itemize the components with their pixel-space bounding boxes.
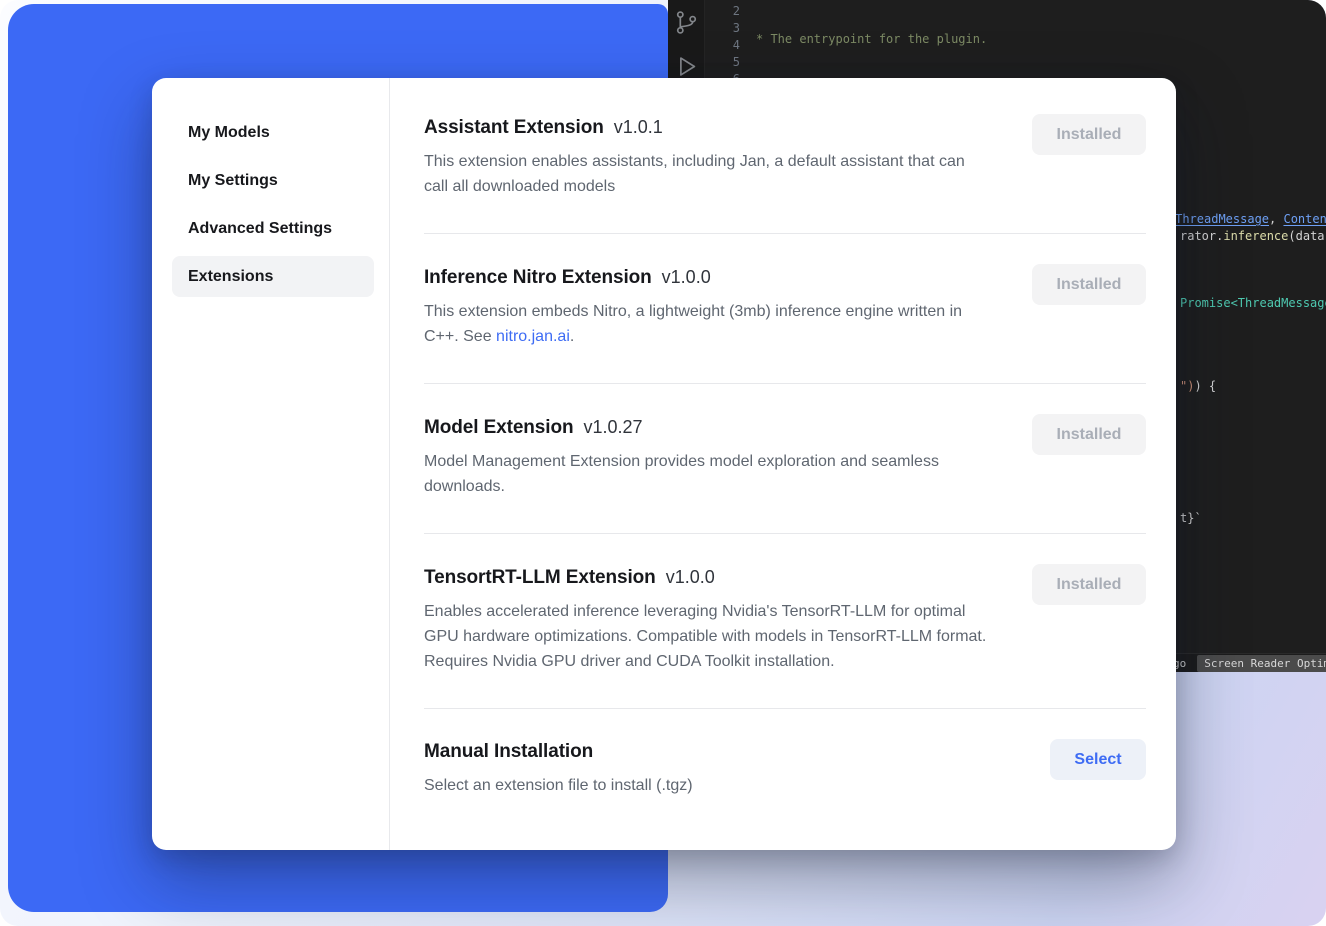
extension-title: Assistant Extensionv1.0.1 xyxy=(424,114,989,141)
manual-installation-title: Manual Installation xyxy=(424,739,693,765)
nitro-jan-ai-link[interactable]: nitro.jan.ai xyxy=(496,328,570,345)
line-number: 2 xyxy=(712,3,740,20)
extension-info: Manual Installation Select an extension … xyxy=(424,739,693,798)
run-debug-icon[interactable] xyxy=(673,53,700,80)
installed-button-tensorrt[interactable]: Installed xyxy=(1032,564,1146,605)
extension-description: Model Management Extension provides mode… xyxy=(424,449,989,499)
manual-installation-entry: Manual Installation Select an extension … xyxy=(424,708,1146,832)
code-fragment: ")) { xyxy=(1180,379,1216,393)
extension-info: Assistant Extensionv1.0.1 This extension… xyxy=(424,114,989,199)
desktop-background: 2 3 4 5 6 * The entrypoint for the plugi… xyxy=(0,0,1326,926)
extension-version: v1.0.0 xyxy=(662,267,711,287)
extension-description: Enables accelerated inference leveraging… xyxy=(424,599,989,674)
sidebar-item-my-settings[interactable]: My Settings xyxy=(172,160,374,201)
extension-entry-tensorrt: TensortRT-LLM Extensionv1.0.0 Enables ac… xyxy=(424,533,1146,708)
status-item-screen-reader[interactable]: Screen Reader Optimized xyxy=(1197,655,1326,672)
code-line: * The entrypoint for the plugin. xyxy=(756,31,1326,48)
line-number: 5 xyxy=(712,54,740,71)
sidebar-item-extensions[interactable]: Extensions xyxy=(172,256,374,297)
settings-modal: My Models My Settings Advanced Settings … xyxy=(152,78,1176,850)
code-fragment: rator.inference(data)); xyxy=(1180,229,1326,243)
manual-installation-description: Select an extension file to install (.tg… xyxy=(424,773,693,798)
extensions-list: Assistant Extensionv1.0.1 This extension… xyxy=(390,78,1176,850)
extension-entry-model: Model Extensionv1.0.27 Model Management … xyxy=(424,383,1146,533)
extension-entry-assistant: Assistant Extensionv1.0.1 This extension… xyxy=(424,84,1146,233)
select-file-button[interactable]: Select xyxy=(1050,739,1146,780)
extension-info: Model Extensionv1.0.27 Model Management … xyxy=(424,414,989,499)
extension-title: Inference Nitro Extensionv1.0.0 xyxy=(424,264,989,291)
sidebar-item-my-models[interactable]: My Models xyxy=(172,112,374,153)
sidebar-item-advanced-settings[interactable]: Advanced Settings xyxy=(172,208,374,249)
line-number: 4 xyxy=(712,37,740,54)
extension-info: TensortRT-LLM Extensionv1.0.0 Enables ac… xyxy=(424,564,989,674)
extension-description: This extension embeds Nitro, a lightweig… xyxy=(424,299,989,349)
extension-version: v1.0.0 xyxy=(666,567,715,587)
extension-version: v1.0.27 xyxy=(583,417,642,437)
settings-sidebar: My Models My Settings Advanced Settings … xyxy=(152,78,390,850)
installed-button-model[interactable]: Installed xyxy=(1032,414,1146,455)
installed-button-assistant[interactable]: Installed xyxy=(1032,114,1146,155)
extension-title: TensortRT-LLM Extensionv1.0.0 xyxy=(424,564,989,591)
source-control-icon[interactable] xyxy=(673,9,700,36)
installed-button-nitro[interactable]: Installed xyxy=(1032,264,1146,305)
line-number: 3 xyxy=(712,20,740,37)
code-fragment: Promise<ThreadMessage> xyxy=(1180,296,1326,310)
extension-version: v1.0.1 xyxy=(614,117,663,137)
line-numbers: 2 3 4 5 6 xyxy=(712,3,740,88)
extension-entry-nitro: Inference Nitro Extensionv1.0.0 This ext… xyxy=(424,233,1146,383)
extension-description: This extension enables assistants, inclu… xyxy=(424,149,989,199)
code-fragment: t}` xyxy=(1180,511,1202,525)
extension-info: Inference Nitro Extensionv1.0.0 This ext… xyxy=(424,264,989,349)
extension-title: Model Extensionv1.0.27 xyxy=(424,414,989,441)
